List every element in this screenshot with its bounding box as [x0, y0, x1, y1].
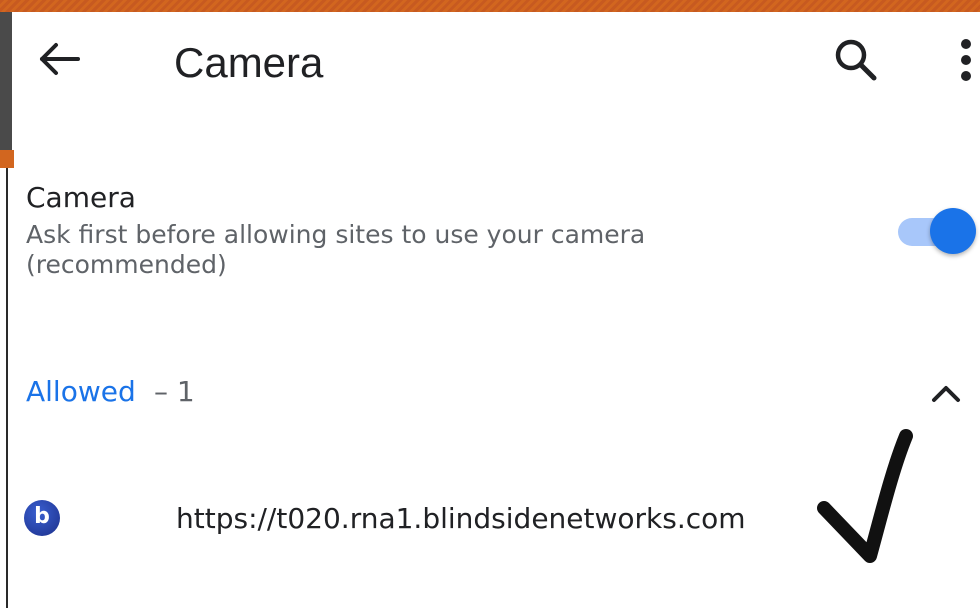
setting-title: Camera — [26, 181, 136, 214]
favicon-letter: b — [34, 504, 50, 529]
search-button[interactable] — [830, 34, 882, 86]
allowed-section-header[interactable]: Allowed – 1 — [14, 366, 980, 416]
toggle-thumb — [930, 208, 976, 254]
site-url: https://t020.rna1.blindsidenetworks.com — [176, 502, 746, 535]
setting-description: Ask first before allowing sites to use y… — [26, 220, 646, 279]
background-window-border — [6, 168, 8, 608]
background-window-edge — [0, 12, 12, 152]
camera-permission-toggle[interactable] — [894, 208, 976, 254]
more-vert-icon — [961, 39, 971, 81]
camera-setting-row[interactable]: Camera Ask first before allowing sites t… — [14, 170, 980, 300]
back-button[interactable] — [34, 34, 84, 84]
search-icon — [835, 39, 877, 81]
checkmark-annotation-icon — [817, 429, 913, 563]
more-options-button[interactable] — [952, 36, 980, 92]
site-favicon-icon: b — [24, 500, 60, 536]
background-window-accent — [0, 150, 14, 168]
allowed-count: – 1 — [154, 375, 195, 408]
background-banner — [0, 0, 980, 12]
allowed-label: Allowed — [26, 375, 136, 408]
app-bar: Camera — [12, 12, 980, 150]
arrow-left-icon — [40, 43, 80, 75]
chevron-up-icon — [932, 386, 960, 402]
screenshot-frame: Camera Camera Ask first before allowing … — [0, 0, 980, 608]
page-title: Camera — [174, 39, 324, 86]
collapse-button[interactable] — [924, 372, 968, 416]
